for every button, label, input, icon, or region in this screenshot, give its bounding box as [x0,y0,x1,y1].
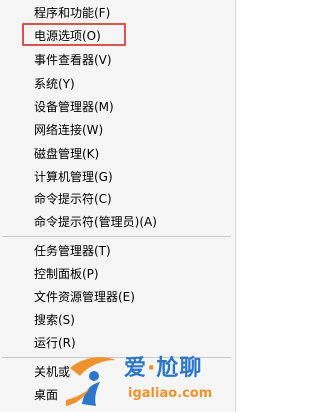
menu-item-system[interactable]: 系统(Y) [34,73,75,95]
watermark-url: igaliao.com [128,386,213,401]
watermark-logo-icon [66,357,116,406]
menu-item-network-connections[interactable]: 网络连接(W) [34,119,103,141]
menu-item-computer-management[interactable]: 计算机管理(G) [34,166,113,188]
menu-item-search[interactable]: 搜索(S) [34,309,75,331]
watermark-brand: 爱·尬聊 [124,356,203,381]
watermark: 爱·尬聊 igaliao.com [60,348,236,412]
menu-item-control-panel[interactable]: 控制面板(P) [34,263,99,285]
menu-item-task-manager[interactable]: 任务管理器(T) [34,240,111,262]
menu-item-disk-management[interactable]: 磁盘管理(K) [34,143,99,165]
highlight-box [22,23,126,46]
menu-item-programs-features[interactable]: 程序和功能(F) [34,2,110,24]
menu-item-desktop[interactable]: 桌面 [34,384,58,406]
menu-item-file-explorer[interactable]: 文件资源管理器(E) [34,286,135,308]
menu-item-device-manager[interactable]: 设备管理器(M) [34,96,114,118]
menu-item-event-viewer[interactable]: 事件查看器(V) [34,49,112,71]
menu-item-command-prompt[interactable]: 命令提示符(C) [34,188,112,210]
menu-separator [2,236,231,237]
menu-item-command-prompt-admin[interactable]: 命令提示符(管理员)(A) [34,211,157,233]
